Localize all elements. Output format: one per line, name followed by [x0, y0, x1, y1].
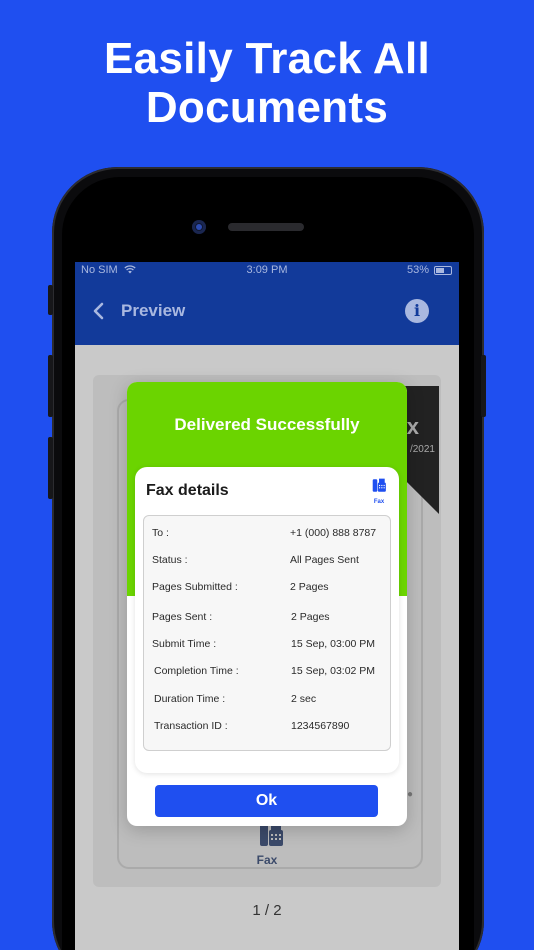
- detail-row-submit-time: Submit Time : 15 Sep, 03:00 PM: [144, 638, 392, 656]
- detail-row-completion-time: Completion Time : 15 Sep, 03:02 PM: [144, 665, 392, 683]
- page-title: Preview: [121, 301, 186, 320]
- delivery-success-dialog: Delivered Successfully Fax details Fax T…: [127, 382, 407, 826]
- detail-value: 2 Pages: [290, 581, 329, 593]
- detail-value: All Pages Sent: [290, 554, 359, 566]
- document-type-label: Fax: [256, 853, 278, 867]
- dialog-title: Delivered Successfully: [174, 415, 360, 434]
- clock: 3:09 PM: [246, 264, 288, 276]
- detail-label: Pages Submitted :: [152, 581, 238, 593]
- app-screen: No SIM 3:09 PM 53% Preview i x /2021 ● F…: [75, 262, 459, 950]
- fax-details-fax-badge: Fax: [369, 478, 389, 505]
- phone-mute-switch: [48, 285, 53, 315]
- top-navigation-bar: Preview i: [75, 279, 459, 345]
- phone-volume-down: [48, 437, 53, 499]
- detail-row-pages-submitted: Pages Submitted : 2 Pages: [144, 581, 392, 599]
- ok-button[interactable]: Ok: [155, 785, 378, 817]
- fax-details-heading: Fax details: [146, 482, 229, 499]
- fax-icon: [372, 478, 386, 492]
- headline-line-1: Easily Track All: [103, 34, 431, 83]
- detail-row-status: Status : All Pages Sent: [144, 554, 392, 572]
- detail-value: 15 Sep, 03:00 PM: [291, 638, 376, 650]
- detail-label: Submit Time :: [152, 638, 217, 650]
- detail-row-transaction-id: Transaction ID : 1234567890: [144, 720, 392, 738]
- page-indicator: 1 / 2: [252, 902, 282, 919]
- fax-details-card: Fax details Fax To : +1 (000) 888 8787 S: [135, 467, 399, 773]
- phone-power-button: [481, 355, 486, 417]
- fax-badge-label: Fax: [373, 499, 385, 505]
- detail-label: Pages Sent :: [152, 611, 213, 623]
- front-camera: [192, 220, 206, 234]
- back-chevron-icon[interactable]: [91, 301, 107, 321]
- document-cover-date: /2021: [409, 444, 435, 455]
- document-marker: ●: [407, 789, 414, 800]
- marketing-headline: Easily Track All Documents: [0, 34, 534, 132]
- battery-icon: [434, 266, 452, 275]
- document-cover-letter: x: [406, 414, 419, 439]
- status-bar: No SIM 3:09 PM 53%: [75, 262, 459, 279]
- detail-value: 15 Sep, 03:02 PM: [291, 665, 376, 677]
- detail-row-to: To : +1 (000) 888 8787: [144, 527, 392, 545]
- fax-details-list: To : +1 (000) 888 8787 Status : All Page…: [143, 515, 391, 751]
- battery-percent: 53%: [406, 264, 429, 276]
- detail-row-pages-sent: Pages Sent : 2 Pages: [144, 611, 392, 629]
- detail-value: 1234567890: [291, 720, 350, 732]
- detail-value: 2 Pages: [291, 611, 330, 623]
- phone-volume-up: [48, 355, 53, 417]
- detail-label: Duration Time :: [154, 693, 226, 705]
- detail-value: +1 (000) 888 8787: [290, 527, 377, 539]
- detail-value: 2 sec: [291, 693, 317, 705]
- detail-label: To :: [152, 527, 169, 539]
- earpiece-speaker: [228, 223, 304, 231]
- headline-line-2: Documents: [145, 83, 389, 132]
- info-icon[interactable]: i: [405, 299, 429, 323]
- detail-label: Transaction ID :: [154, 720, 228, 732]
- detail-row-duration-time: Duration Time : 2 sec: [144, 693, 392, 711]
- detail-label: Status :: [152, 554, 188, 566]
- detail-label: Completion Time :: [154, 665, 239, 677]
